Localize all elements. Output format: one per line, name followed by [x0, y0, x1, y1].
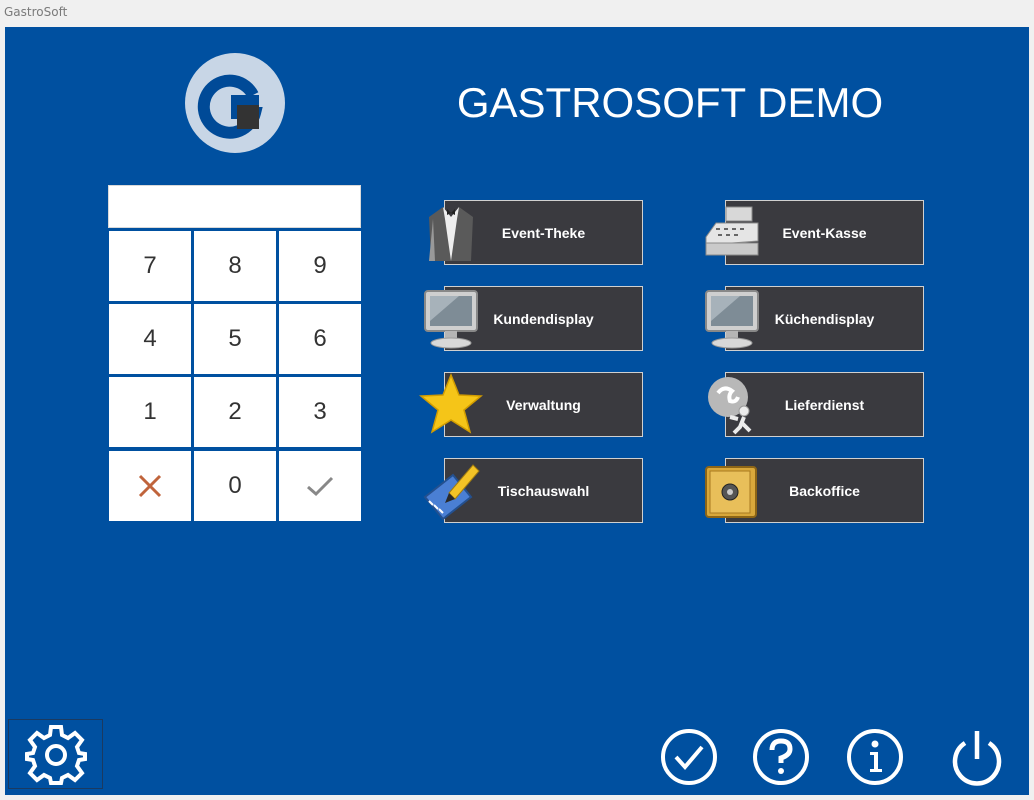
key-2[interactable]: 2 [194, 377, 276, 447]
main-panel: GASTROSOFT DEMO 7 8 9 4 5 6 1 2 3 0 Even… [5, 27, 1029, 795]
tile-label: Backoffice [789, 482, 860, 499]
tile-label: Tischauswahl [497, 482, 590, 499]
tile-label: Verwaltung [506, 396, 581, 413]
key-0[interactable]: 0 [194, 451, 276, 521]
key-5[interactable]: 5 [194, 304, 276, 374]
cash-register-icon [705, 206, 759, 256]
key-9[interactable]: 9 [279, 231, 361, 301]
monitor-icon [424, 290, 478, 349]
x-icon [138, 474, 162, 498]
key-4[interactable]: 4 [109, 304, 191, 374]
tile-label: Lieferdienst [784, 396, 865, 413]
safe-icon [705, 466, 757, 518]
help-icon[interactable] [751, 727, 811, 787]
key-7[interactable]: 7 [109, 231, 191, 301]
monitor-icon [705, 290, 759, 349]
key-1[interactable]: 1 [109, 377, 191, 447]
window-title: GastroSoft [0, 0, 1034, 24]
checkmark-icon [307, 476, 334, 497]
tile-label: Event-Kasse [782, 224, 867, 241]
waiter-icon [429, 207, 473, 261]
settings-button[interactable] [8, 719, 103, 789]
key-clear[interactable] [109, 451, 191, 521]
info-icon[interactable] [845, 727, 905, 787]
key-3[interactable]: 3 [279, 377, 361, 447]
delivery-icon [708, 377, 752, 435]
power-icon[interactable] [947, 727, 1007, 787]
star-icon [419, 372, 483, 434]
notebook-pen-icon [423, 464, 480, 521]
key-8[interactable]: 8 [194, 231, 276, 301]
key-6[interactable]: 6 [279, 304, 361, 374]
page-title: GASTROSOFT DEMO [456, 79, 884, 126]
tile-label: Küchendisplay [774, 310, 875, 327]
pin-input[interactable] [108, 185, 361, 228]
tile-label: Kundendisplay [493, 310, 594, 327]
key-confirm[interactable] [279, 451, 361, 521]
settings-icon [24, 725, 87, 785]
tile-label: Event-Theke [501, 224, 586, 241]
gastrosoft-logo [185, 53, 285, 153]
check-circle-icon[interactable] [659, 727, 719, 787]
